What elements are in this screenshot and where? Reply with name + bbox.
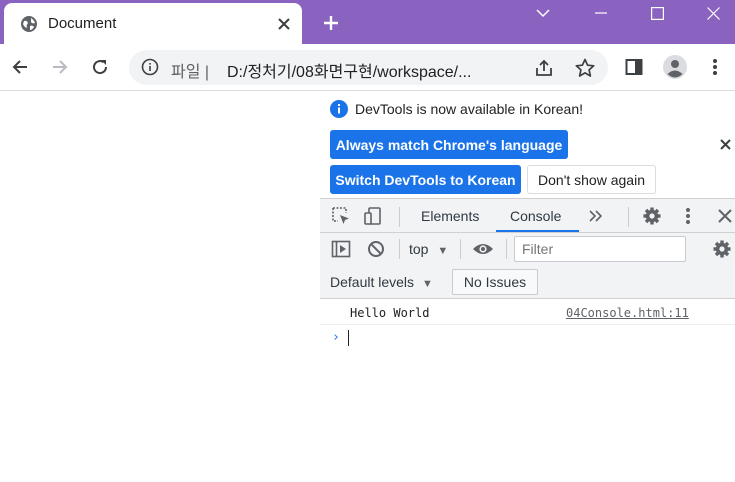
log-levels-dropdown[interactable]: Default levels ▼ bbox=[330, 274, 433, 290]
info-icon bbox=[330, 100, 348, 118]
maximize-window-icon[interactable] bbox=[630, 0, 684, 26]
clear-console-icon[interactable] bbox=[365, 238, 387, 260]
address-scheme-label: 파일 | bbox=[171, 64, 210, 81]
live-expression-eye-icon[interactable] bbox=[472, 238, 494, 260]
side-panel-icon[interactable] bbox=[620, 53, 648, 81]
reload-icon[interactable] bbox=[86, 53, 114, 81]
address-url-text: D:/정처기/08화면구현/workspace/... bbox=[227, 64, 472, 81]
browser-titlebar: Document bbox=[0, 0, 735, 44]
browser-toolbar: 파일 | D:/정처기/08화면구현/workspace/... bbox=[0, 44, 735, 91]
show-sidebar-icon[interactable] bbox=[330, 238, 352, 260]
profile-avatar-icon[interactable] bbox=[661, 53, 689, 81]
new-tab-button[interactable] bbox=[318, 10, 344, 36]
tab-title: Document bbox=[48, 15, 117, 32]
back-arrow-icon[interactable] bbox=[6, 53, 34, 81]
devtools-menu-kebab-icon[interactable] bbox=[677, 205, 699, 227]
console-toolbar: top ▼ Default levels ▼ No Issues bbox=[320, 233, 735, 299]
browser-menu-kebab-icon[interactable] bbox=[701, 53, 729, 81]
inspect-element-icon[interactable] bbox=[330, 205, 352, 227]
console-message-row: Hello World 04Console.html:11 bbox=[320, 300, 735, 325]
switch-devtools-korean-button[interactable]: Switch DevTools to Korean bbox=[330, 165, 521, 194]
bookmark-star-icon[interactable] bbox=[574, 57, 596, 79]
active-tab-indicator bbox=[496, 230, 579, 232]
issues-button[interactable]: No Issues bbox=[452, 269, 538, 295]
devtools-language-notice: DevTools is now available in Korean! bbox=[355, 101, 584, 117]
devtools-tab-bar: Elements Console bbox=[320, 198, 735, 233]
text-caret bbox=[348, 330, 349, 346]
always-match-language-button[interactable]: Always match Chrome's language bbox=[330, 130, 568, 159]
console-filter-input[interactable] bbox=[514, 236, 686, 262]
context-select-value: top bbox=[409, 241, 429, 257]
context-select[interactable]: top ▼ bbox=[409, 241, 448, 257]
console-message-source-link[interactable]: 04Console.html:11 bbox=[566, 306, 689, 320]
dropdown-triangle-icon: ▼ bbox=[437, 245, 449, 257]
address-bar[interactable]: 파일 | D:/정처기/08화면구현/workspace/... bbox=[129, 50, 608, 85]
page-viewport bbox=[0, 92, 320, 482]
more-tabs-chevron-icon[interactable] bbox=[585, 205, 607, 227]
close-devtools-icon[interactable] bbox=[714, 205, 735, 227]
toolbar-divider bbox=[460, 239, 461, 259]
toolbar-divider bbox=[399, 239, 400, 259]
globe-icon bbox=[20, 15, 38, 33]
close-tab-icon[interactable] bbox=[272, 12, 296, 36]
console-settings-gear-icon[interactable] bbox=[711, 238, 733, 260]
minimize-window-icon[interactable] bbox=[574, 0, 628, 26]
browser-tab-document[interactable]: Document bbox=[4, 3, 302, 44]
prompt-chevron-icon: › bbox=[332, 330, 340, 345]
tab-elements[interactable]: Elements bbox=[421, 208, 479, 224]
log-levels-label: Default levels bbox=[330, 274, 415, 290]
close-window-icon[interactable] bbox=[686, 0, 735, 26]
tab-console[interactable]: Console bbox=[510, 208, 561, 224]
toolbar-divider bbox=[506, 239, 507, 259]
tab-search-chevron-down-icon[interactable] bbox=[516, 0, 570, 26]
toolbar-divider bbox=[399, 207, 400, 227]
forward-arrow-icon[interactable] bbox=[46, 53, 74, 81]
devtools-panel: DevTools is now available in Korean! Alw… bbox=[320, 92, 735, 482]
settings-gear-icon[interactable] bbox=[641, 205, 663, 227]
console-prompt[interactable]: › bbox=[320, 326, 735, 350]
console-message-text: Hello World bbox=[350, 306, 430, 320]
dropdown-triangle-icon: ▼ bbox=[421, 278, 433, 290]
device-toolbar-icon[interactable] bbox=[362, 205, 384, 227]
share-icon[interactable] bbox=[533, 57, 555, 79]
close-notice-icon[interactable] bbox=[716, 135, 734, 153]
toolbar-divider bbox=[628, 207, 629, 227]
dont-show-again-button[interactable]: Don't show again bbox=[527, 165, 656, 194]
site-info-icon[interactable] bbox=[141, 58, 159, 76]
